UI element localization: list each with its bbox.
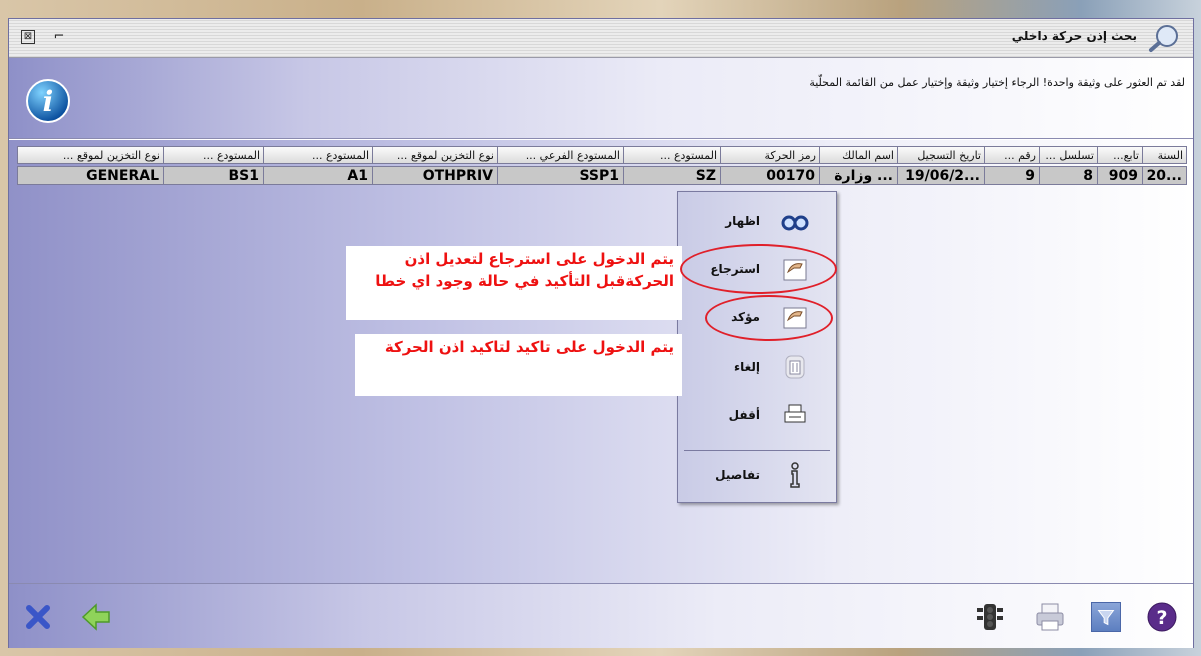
filter-button[interactable] — [1091, 602, 1121, 632]
col-reg-date[interactable]: تاريخ التسجيل — [897, 146, 985, 164]
col-year[interactable]: السنة — [1142, 146, 1187, 164]
menu-item-show[interactable]: اظهار — [678, 202, 836, 242]
col-storage-type-1[interactable]: نوع التخزين لموقع ... — [372, 146, 498, 164]
cell-warehouse-3: BS1 — [163, 166, 264, 185]
info-outline-icon — [790, 462, 800, 488]
title-bar: ⊠ ⌐ بحث إذن حركة داخلي — [9, 19, 1193, 58]
annotation-confirm-line: يتم الدخول على تاكيد لتاكيد اذن الحركة — [384, 338, 674, 356]
printer-icon[interactable] — [1033, 600, 1067, 634]
cell-storage-type-1: OTHPRIV — [372, 166, 498, 185]
glasses-icon — [781, 215, 809, 231]
restore-icon[interactable]: ⌐ — [51, 29, 67, 45]
annotation-confirm: يتم الدخول على تاكيد لتاكيد اذن الحركة — [355, 334, 682, 396]
cell-movement-code: 00170 — [720, 166, 820, 185]
search-internal-movement-window: ⊠ ⌐ بحث إذن حركة داخلي i لقد تم العثور ع… — [8, 18, 1194, 648]
cell-warehouse-1: SZ — [623, 166, 721, 185]
cell-follow: 909 — [1097, 166, 1143, 185]
traffic-light-icon[interactable] — [973, 600, 1007, 634]
col-storage-type-2[interactable]: نوع التخزين لموقع ... — [17, 146, 164, 164]
cell-reg-date: 19/06/2... — [897, 166, 985, 185]
menu-label-details: تفاصيل — [715, 468, 760, 482]
menu-item-details[interactable]: تفاصيل — [678, 456, 836, 496]
info-message: لقد تم العثور على وثيقة واحدة! الرجاء إخ… — [809, 76, 1185, 89]
cell-storage-type-2: GENERAL — [17, 166, 164, 185]
search-magnifier-icon — [1149, 25, 1178, 52]
info-bar: i لقد تم العثور على وثيقة واحدة! الرجاء … — [9, 58, 1193, 139]
info-icon: i — [26, 79, 70, 123]
cell-owner: وزارة ... — [819, 166, 898, 185]
printer-icon — [784, 404, 806, 423]
col-number[interactable]: رقم ... — [984, 146, 1040, 164]
col-owner[interactable]: اسم المالك — [819, 146, 898, 164]
help-icon[interactable]: ? — [1145, 600, 1179, 634]
maximize-icon[interactable]: ⊠ — [21, 30, 35, 44]
menu-item-cancel[interactable]: إلغاء — [678, 348, 836, 388]
col-warehouse-2[interactable]: المستودع ... — [263, 146, 373, 164]
context-menu: اظهار استرجاع مؤكد إلغاء أقفل تفاصيل — [677, 191, 837, 503]
cell-warehouse-2: A1 — [263, 166, 373, 185]
annotation-retrieve: يتم الدخول على استرجاع لتعديل اذن الحركة… — [346, 246, 682, 320]
col-warehouse-1[interactable]: المستودع ... — [623, 146, 721, 164]
trash-icon — [785, 355, 805, 379]
menu-separator — [684, 450, 830, 451]
highlight-retrieve-ellipse — [680, 244, 837, 294]
cell-year: 20... — [1142, 166, 1187, 185]
window-title: بحث إذن حركة داخلي — [1011, 29, 1137, 43]
svg-text:i: i — [43, 85, 54, 118]
back-arrow-icon[interactable] — [79, 600, 113, 634]
close-x-icon[interactable] — [21, 600, 55, 634]
filter-icon — [1097, 610, 1115, 626]
col-sub-warehouse[interactable]: المستودع الفرعي ... — [497, 146, 624, 164]
col-follow[interactable]: تابع... — [1097, 146, 1143, 164]
bottom-toolbar: ? — [9, 583, 1193, 648]
annotation-retrieve-line1: يتم الدخول على استرجاع لتعديل اذن — [404, 250, 674, 268]
menu-item-lock[interactable]: أقفل — [678, 396, 836, 436]
col-warehouse-3[interactable]: المستودع ... — [163, 146, 264, 164]
annotation-retrieve-line2: الحركةقبل التأكيد في حالة وجود اي خطا — [375, 272, 674, 290]
cell-sub-warehouse: SSP1 — [497, 166, 624, 185]
svg-text:?: ? — [1156, 607, 1167, 629]
menu-label-lock: أقفل — [728, 408, 760, 422]
highlight-confirm-ellipse — [705, 295, 833, 341]
grid-header: السنة تابع... تسلسل ... رقم ... تاريخ ال… — [17, 146, 1187, 166]
cell-number: 9 — [984, 166, 1040, 185]
menu-label-show: اظهار — [725, 214, 760, 228]
menu-label-cancel: إلغاء — [733, 360, 760, 374]
col-sequence[interactable]: تسلسل ... — [1039, 146, 1098, 164]
col-movement-code[interactable]: رمز الحركة — [720, 146, 820, 164]
table-row[interactable]: 20... 909 8 9 19/06/2... وزارة ... 00170… — [17, 166, 1187, 186]
cell-sequence: 8 — [1039, 166, 1098, 185]
